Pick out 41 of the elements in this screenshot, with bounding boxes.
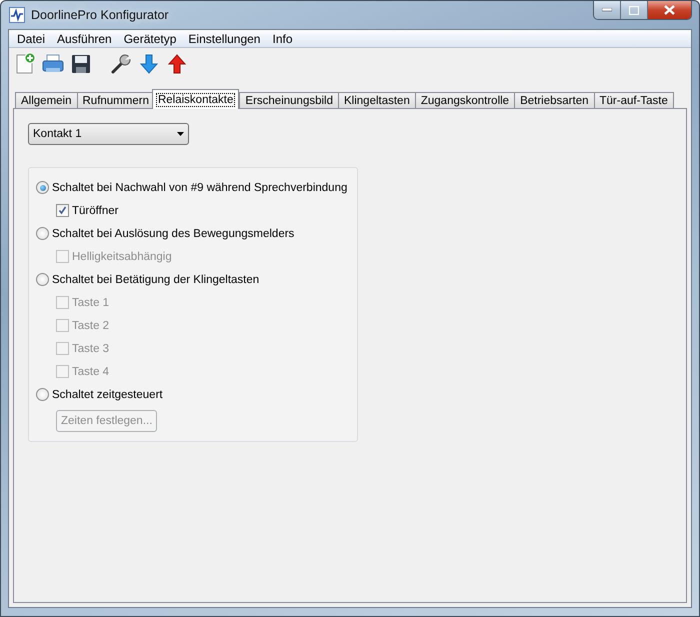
- option-label: Schaltet bei Betätigung der Klingeltasten: [52, 274, 260, 286]
- tab[interactable]: Klingeltasten: [338, 92, 416, 109]
- caret-icon: [177, 132, 184, 136]
- checkbox-label: Taste 2: [72, 320, 110, 332]
- option-label: Schaltet bei Auslösung des Bewegungsmelders: [52, 228, 294, 240]
- tab[interactable]: Erscheinungsbild: [239, 92, 339, 109]
- menu-item[interactable]: Gerätetyp: [118, 32, 182, 46]
- app-logo-icon: [9, 7, 25, 23]
- maximize-icon: [629, 6, 639, 14]
- tab[interactable]: Zugangskontrolle: [414, 92, 516, 109]
- radio-button[interactable]: [36, 273, 49, 286]
- checkbox-label: Taste 1: [72, 296, 110, 308]
- window-title: DoorlinePro Konfigurator: [31, 8, 169, 22]
- menu-item[interactable]: Einstellungen: [182, 32, 266, 46]
- contact-dropdown[interactable]: Kontakt 1: [28, 123, 189, 145]
- menu-item[interactable]: Ausführen: [51, 32, 118, 46]
- close-button[interactable]: [647, 1, 691, 19]
- radio-button[interactable]: [36, 388, 49, 401]
- menu-item[interactable]: Info: [266, 32, 298, 46]
- option-label: Schaltet bei Nachwahl von #9 während Sprechverbindung: [52, 182, 348, 194]
- minimize-icon: [602, 8, 612, 12]
- checkbox-label: Helligkeitsabhängig: [72, 250, 172, 262]
- maximize-button[interactable]: [620, 1, 647, 19]
- checkbox[interactable]: [56, 204, 69, 217]
- tab[interactable]: Tür-auf-Taste: [594, 92, 674, 109]
- minimize-button[interactable]: [594, 1, 620, 19]
- up-arrow-icon[interactable]: [165, 52, 189, 76]
- menu-item[interactable]: Datei: [11, 32, 52, 46]
- radio-button[interactable]: [36, 181, 49, 194]
- checkbox-label: Taste 3: [72, 342, 110, 354]
- radio-button[interactable]: [36, 227, 49, 240]
- down-arrow-icon[interactable]: [137, 52, 161, 76]
- tab[interactable]: Relaiskontakte: [152, 89, 240, 109]
- tab[interactable]: Allgemein: [15, 92, 78, 109]
- checkbox-label: Taste 4: [72, 366, 110, 378]
- tab[interactable]: Rufnummern: [76, 92, 155, 109]
- close-icon: [664, 5, 675, 15]
- tab[interactable]: Betriebsarten: [514, 92, 594, 109]
- checkbox-label: Türöffner: [72, 204, 118, 216]
- option-label: Schaltet zeitgesteuert: [52, 388, 163, 400]
- wrench-icon[interactable]: [109, 52, 133, 76]
